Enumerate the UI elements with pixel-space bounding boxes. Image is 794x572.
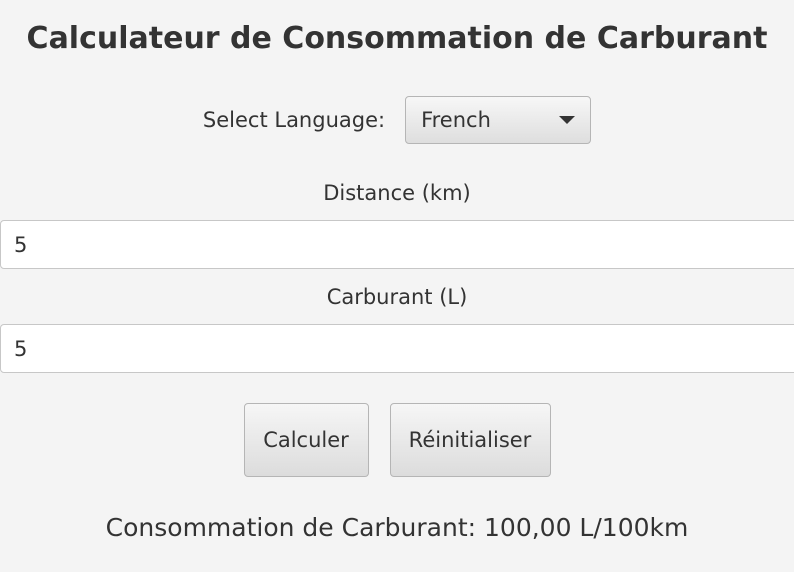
language-label: Select Language: [202, 108, 386, 132]
reset-button[interactable]: Réinitialiser [389, 403, 551, 477]
page-title: Calculateur de Consommation de Carburant [26, 21, 768, 56]
distance-label: Distance (km) [323, 181, 471, 205]
result-text: Consommation de Carburant: 100,00 L/100k… [105, 513, 689, 542]
button-row: Calculer Réinitialiser [0, 403, 794, 477]
fuel-label: Carburant (L) [326, 285, 468, 309]
distance-field[interactable] [0, 220, 794, 269]
fuel-calculator-window: Calculateur de Consommation de Carburant… [0, 0, 794, 572]
language-row: Select Language: French [0, 96, 794, 144]
chevron-down-icon [559, 116, 576, 124]
language-select[interactable]: French [405, 96, 592, 144]
calculate-button[interactable]: Calculer [243, 403, 369, 477]
fuel-field[interactable] [0, 324, 794, 373]
language-select-value: French [421, 108, 491, 132]
